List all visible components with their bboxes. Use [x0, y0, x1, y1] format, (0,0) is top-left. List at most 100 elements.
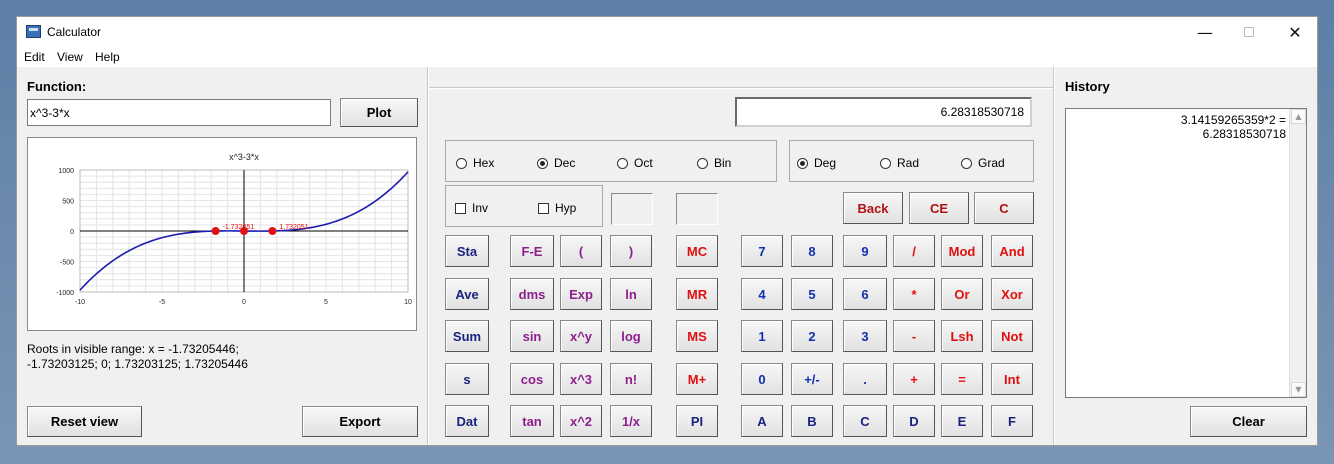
key-sin[interactable]: sin	[510, 320, 554, 352]
radio-bin[interactable]: Bin	[697, 156, 731, 170]
minimize-button[interactable]: —	[1182, 17, 1228, 47]
key-int[interactable]: Int	[991, 363, 1033, 395]
radio-dec[interactable]: Dec	[537, 156, 575, 170]
key-add[interactable]: +	[893, 363, 935, 395]
plot-title: x^3-3*x	[229, 152, 259, 162]
maximize-button[interactable]	[1226, 17, 1272, 47]
key-xsq[interactable]: x^2	[560, 405, 602, 437]
y-tick-label: 500	[62, 199, 74, 206]
key-mc[interactable]: MC	[676, 235, 718, 267]
export-button[interactable]: Export	[302, 406, 418, 437]
key-dms[interactable]: dms	[510, 278, 554, 310]
key-or[interactable]: Or	[941, 278, 983, 310]
key-ave[interactable]: Ave	[445, 278, 489, 310]
inv-checkbox[interactable]: Inv	[455, 201, 488, 215]
key-not[interactable]: Not	[991, 320, 1033, 352]
reset-view-button[interactable]: Reset view	[27, 406, 142, 437]
key-neg[interactable]: +/-	[791, 363, 833, 395]
key-tan[interactable]: tan	[510, 405, 554, 437]
key-s[interactable]: s	[445, 363, 489, 395]
radio-oct-label: Oct	[634, 156, 653, 170]
back-button[interactable]: Back	[843, 192, 903, 224]
ce-button[interactable]: CE	[909, 192, 969, 224]
key-mul[interactable]: *	[893, 278, 935, 310]
radio-dec-dot	[537, 157, 548, 169]
radio-hex-label: Hex	[473, 156, 495, 170]
inv-hyp-group: Inv Hyp	[445, 185, 603, 227]
calculator-panel: 6.28318530718 Hex Dec Oct Bin Deg Rad Gr…	[429, 67, 1053, 445]
c-button[interactable]: C	[974, 192, 1034, 224]
x-tick-label: -10	[75, 299, 85, 306]
key-mod[interactable]: Mod	[941, 235, 983, 267]
key-dat[interactable]: Dat	[445, 405, 489, 437]
y-tick-label: -500	[60, 260, 74, 267]
key-n1[interactable]: 1	[741, 320, 783, 352]
key-n3[interactable]: 3	[843, 320, 887, 352]
key-mplus[interactable]: M+	[676, 363, 718, 395]
function-input[interactable]	[27, 99, 331, 126]
key-mr[interactable]: MR	[676, 278, 718, 310]
key-fe[interactable]: F-E	[510, 235, 554, 267]
key-n5[interactable]: 5	[791, 278, 833, 310]
key-rparen[interactable]: )	[610, 235, 652, 267]
key-e[interactable]: E	[941, 405, 983, 437]
menu-help[interactable]: Help	[95, 50, 120, 64]
radio-hex[interactable]: Hex	[456, 156, 494, 170]
key-xor[interactable]: Xor	[991, 278, 1033, 310]
radio-grad[interactable]: Grad	[961, 156, 1005, 170]
x-tick-label: 5	[324, 299, 328, 306]
key-n9[interactable]: 9	[843, 235, 887, 267]
close-button[interactable]: ✕	[1272, 17, 1318, 47]
hyp-checkbox[interactable]: Hyp	[538, 201, 576, 215]
clear-history-button[interactable]: Clear	[1190, 406, 1307, 437]
key-d[interactable]: D	[893, 405, 935, 437]
key-ln[interactable]: ln	[610, 278, 652, 310]
menu-view[interactable]: View	[57, 50, 83, 64]
history-list[interactable]: 3.14159265359*2 = 6.28318530718 ▲ ▼	[1065, 108, 1307, 398]
key-sta[interactable]: Sta	[445, 235, 489, 267]
plot-button[interactable]: Plot	[340, 98, 418, 127]
key-b[interactable]: B	[791, 405, 833, 437]
key-f[interactable]: F	[991, 405, 1033, 437]
key-n4[interactable]: 4	[741, 278, 783, 310]
key-n6[interactable]: 6	[843, 278, 887, 310]
key-a[interactable]: A	[741, 405, 783, 437]
key-dot[interactable]: .	[843, 363, 887, 395]
key-n8[interactable]: 8	[791, 235, 833, 267]
key-fact[interactable]: n!	[610, 363, 652, 395]
key-and[interactable]: And	[991, 235, 1033, 267]
radio-grad-dot	[961, 157, 972, 169]
key-xcube[interactable]: x^3	[560, 363, 602, 395]
scroll-down-icon[interactable]: ▼	[1291, 382, 1306, 397]
key-xpowy[interactable]: x^y	[560, 320, 602, 352]
history-entry[interactable]: 3.14159265359*2 = 6.28318530718	[1181, 113, 1286, 141]
key-exp[interactable]: Exp	[560, 278, 602, 310]
function-plot: x^3-3*x -10 -5 0 5 10 1000 500 0 -500 -1000 -1.7320…	[27, 137, 417, 331]
key-lsh[interactable]: Lsh	[941, 320, 983, 352]
key-n2[interactable]: 2	[791, 320, 833, 352]
radio-deg-label: Deg	[814, 156, 837, 170]
key-cos[interactable]: cos	[510, 363, 554, 395]
key-n7[interactable]: 7	[741, 235, 783, 267]
key-sub[interactable]: -	[893, 320, 935, 352]
menu-edit[interactable]: Edit	[24, 50, 45, 64]
key-n0[interactable]: 0	[741, 363, 783, 395]
key-div[interactable]: /	[893, 235, 935, 267]
key-eq[interactable]: =	[941, 363, 983, 395]
function-label: Function:	[27, 79, 87, 94]
key-ms[interactable]: MS	[676, 320, 718, 352]
key-sum[interactable]: Sum	[445, 320, 489, 352]
radio-rad-label: Rad	[897, 156, 920, 170]
key-hc[interactable]: C	[843, 405, 887, 437]
radio-oct[interactable]: Oct	[617, 156, 653, 170]
radio-rad[interactable]: Rad	[880, 156, 919, 170]
calculator-app-icon	[26, 25, 41, 38]
key-lparen[interactable]: (	[560, 235, 602, 267]
scroll-up-icon[interactable]: ▲	[1291, 109, 1306, 124]
radio-deg[interactable]: Deg	[797, 156, 836, 170]
history-scrollbar[interactable]: ▲ ▼	[1289, 109, 1306, 397]
key-pi[interactable]: PI	[676, 405, 718, 437]
key-log[interactable]: log	[610, 320, 652, 352]
key-recip[interactable]: 1/x	[610, 405, 652, 437]
window-title: Calculator	[47, 25, 102, 39]
